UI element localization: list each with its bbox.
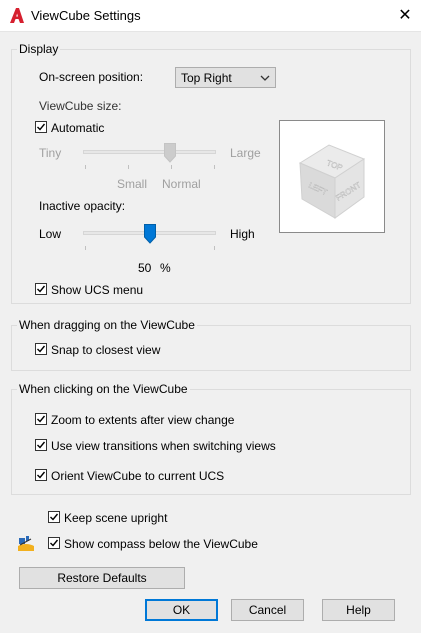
onscreen-position-value: Top Right (181, 71, 232, 85)
restore-defaults-button[interactable]: Restore Defaults (19, 567, 185, 589)
opacity-min-label: Low (39, 227, 62, 241)
keep-upright-checkbox[interactable] (48, 511, 60, 523)
cancel-button[interactable]: Cancel (231, 599, 304, 621)
opacity-value: 50 (138, 261, 152, 275)
orient-viewcube-checkbox[interactable] (35, 469, 47, 481)
snap-closest-view-checkbox[interactable] (35, 343, 47, 355)
onscreen-position-label: On-screen position: (39, 70, 144, 84)
checkmark-icon (37, 285, 46, 293)
size-slider-thumb[interactable] (164, 143, 176, 163)
opacity-tick (85, 246, 86, 250)
viewcube-icon: TOP LEFT FRONT (298, 144, 366, 219)
title-bar: ViewCube Settings ✕ (0, 0, 421, 32)
opacity-slider-thumb[interactable] (144, 224, 156, 244)
show-ucs-menu-label: Show UCS menu (51, 283, 144, 297)
help-button[interactable]: Help (322, 599, 395, 621)
checkmark-icon (37, 415, 46, 423)
show-ucs-menu-checkbox[interactable] (35, 283, 47, 295)
viewcube-size-label: ViewCube size: (39, 99, 122, 113)
checkmark-icon (37, 345, 46, 353)
size-normal-tick-label: Normal (162, 177, 201, 191)
checkmark-icon (37, 441, 46, 449)
show-compass-checkbox[interactable] (48, 537, 60, 549)
autocad-logo-icon (10, 8, 24, 23)
show-compass-label: Show compass below the ViewCube (64, 537, 258, 551)
checkmark-icon (37, 123, 46, 131)
automatic-label: Automatic (51, 121, 105, 135)
viewcube-preview: TOP LEFT FRONT (279, 120, 385, 233)
orient-viewcube-label: Orient ViewCube to current UCS (51, 469, 225, 483)
chevron-down-icon (260, 75, 270, 81)
size-tick (171, 165, 172, 169)
ucs-badge-icon (17, 535, 35, 552)
zoom-extents-label: Zoom to extents after view change (51, 413, 235, 427)
zoom-extents-checkbox[interactable] (35, 413, 47, 425)
automatic-checkbox[interactable] (35, 121, 47, 133)
close-button[interactable]: ✕ (391, 4, 419, 28)
size-min-label: Tiny (39, 146, 62, 160)
opacity-unit: % (160, 261, 171, 275)
display-legend: Display (17, 42, 61, 56)
clicking-legend: When clicking on the ViewCube (17, 382, 190, 396)
size-tick (85, 165, 86, 169)
size-tick (214, 165, 215, 169)
checkmark-icon (50, 539, 59, 547)
dragging-legend: When dragging on the ViewCube (17, 318, 197, 332)
onscreen-position-select[interactable]: Top Right (175, 67, 276, 88)
checkmark-icon (37, 471, 46, 479)
size-small-tick-label: Small (117, 177, 148, 191)
ok-button[interactable]: OK (145, 599, 218, 621)
view-transitions-checkbox[interactable] (35, 439, 47, 451)
keep-upright-label: Keep scene upright (64, 511, 168, 525)
view-transitions-label: Use view transitions when switching view… (51, 439, 276, 453)
checkmark-icon (50, 513, 59, 521)
size-slider-track (83, 150, 216, 154)
snap-closest-view-label: Snap to closest view (51, 343, 161, 357)
size-max-label: Large (230, 146, 261, 160)
inactive-opacity-label: Inactive opacity: (39, 199, 126, 213)
opacity-max-label: High (230, 227, 255, 241)
window-title: ViewCube Settings (31, 8, 141, 23)
opacity-tick (214, 246, 215, 250)
size-tick (128, 165, 129, 169)
